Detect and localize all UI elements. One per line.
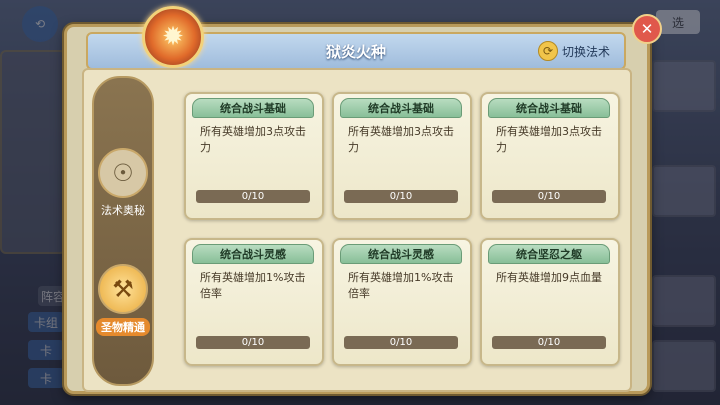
talent-description: 所有英雄增加3点攻击力	[496, 125, 602, 154]
talent-description: 所有英雄增加3点攻击力	[200, 125, 306, 154]
progress-text: 0/10	[241, 191, 265, 202]
progress-bar: 0/10	[344, 336, 458, 349]
refresh-icon: ⟳	[537, 41, 558, 61]
progress-bar: 0/10	[196, 336, 310, 349]
talent-name: 统合坚忍之躯	[488, 244, 610, 264]
progress-bar: 0/10	[344, 190, 458, 203]
talent-card[interactable]: 统合坚忍之躯 所有英雄增加9点血量 0/10	[480, 238, 620, 366]
talent-description: 所有英雄增加1%攻击倍率	[348, 271, 454, 300]
talent-name: 统合战斗基础	[192, 98, 314, 118]
switch-spell-label: 切换法术	[561, 44, 610, 59]
nav-item-spell-mystery[interactable]: ☉ 法术奥秘	[96, 148, 150, 218]
dialog-title: 狱炎火种	[325, 42, 386, 61]
talent-card[interactable]: 统合战斗灵感 所有英雄增加1%攻击倍率 0/10	[332, 238, 472, 366]
talent-card[interactable]: 统合战斗灵感 所有英雄增加1%攻击倍率 0/10	[184, 238, 324, 366]
progress-text: 0/10	[389, 337, 413, 348]
progress-bar: 0/10	[492, 336, 606, 349]
content-panel: ☉ 法术奥秘 ⚒ 圣物精通 统合战斗基础 所有英雄增加3点攻击力 0/10 统合…	[82, 68, 632, 392]
switch-spell-button[interactable]: ⟳ 切换法术	[537, 41, 610, 61]
talent-card[interactable]: 统合战斗基础 所有英雄增加3点攻击力 0/10	[184, 92, 324, 220]
talent-name: 统合战斗灵感	[192, 244, 314, 264]
talent-description: 所有英雄增加1%攻击倍率	[200, 271, 306, 300]
progress-text: 0/10	[537, 191, 561, 202]
talent-name: 统合战斗基础	[340, 98, 462, 118]
relic-mastery-icon: ⚒	[98, 264, 148, 314]
talent-name: 统合战斗基础	[488, 98, 610, 118]
talent-card[interactable]: 统合战斗基础 所有英雄增加3点攻击力 0/10	[332, 92, 472, 220]
side-nav: ☉ 法术奥秘 ⚒ 圣物精通	[92, 76, 154, 386]
progress-text: 0/10	[537, 337, 561, 348]
spell-mystery-icon: ☉	[98, 148, 148, 198]
fire-emblem-icon: ✹	[142, 6, 204, 68]
talent-dialog: 狱炎火种 ⟳ 切换法术 ✹ ✕ ☉ 法术奥秘 ⚒ 圣物精通 统合战斗基础 所有英…	[64, 6, 662, 394]
close-button[interactable]: ✕	[632, 14, 662, 44]
talent-card[interactable]: 统合战斗基础 所有英雄增加3点攻击力 0/10	[480, 92, 620, 220]
nav-label: 圣物精通	[96, 318, 150, 336]
talent-description: 所有英雄增加9点血量	[496, 271, 602, 284]
progress-text: 0/10	[241, 337, 265, 348]
nav-item-relic-mastery[interactable]: ⚒ 圣物精通	[96, 264, 150, 336]
talent-name: 统合战斗灵感	[340, 244, 462, 264]
nav-label: 法术奥秘	[101, 204, 145, 217]
progress-bar: 0/10	[492, 190, 606, 203]
talent-description: 所有英雄增加3点攻击力	[348, 125, 454, 154]
progress-bar: 0/10	[196, 190, 310, 203]
progress-text: 0/10	[389, 191, 413, 202]
